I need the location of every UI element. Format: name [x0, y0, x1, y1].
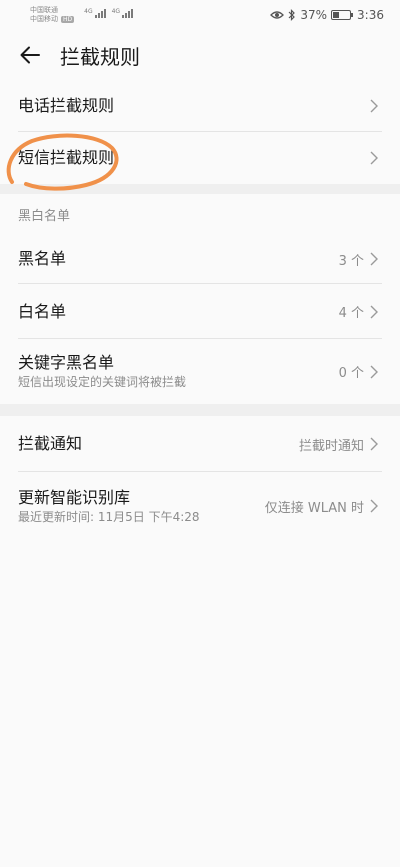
- status-bar: 中国联通 中国移动 HD 4G 4G 37% 3:36: [0, 0, 400, 30]
- settings-group: 拦截通知 拦截时通知 更新智能识别库 最近更新时间: 11月5日 下午4:28 …: [0, 416, 400, 540]
- chevron-right-icon: [370, 365, 378, 378]
- blacklist-item[interactable]: 黑名单 3 个: [0, 234, 400, 284]
- rules-group: 电话拦截规则 短信拦截规则: [0, 80, 400, 184]
- signal-strength-2-icon: 4G: [111, 7, 134, 18]
- chevron-right-icon: [370, 151, 378, 165]
- keyword-blacklist-count: 0 个: [338, 366, 364, 381]
- battery-percent: 37%: [300, 8, 328, 22]
- keyword-blacklist-item[interactable]: 关键字黑名单 短信出现设定的关键词将被拦截 0 个: [0, 339, 400, 404]
- lists-group: 黑白名单 黑名单 3 个 白名单 4 个 关键字黑名单 短信出现设定的关键词将被…: [0, 194, 400, 404]
- chevron-right-icon: [370, 252, 378, 266]
- block-notification-value: 拦截时通知: [298, 438, 364, 454]
- block-notification-item[interactable]: 拦截通知 拦截时通知: [0, 416, 400, 472]
- chevron-right-icon: [370, 99, 378, 113]
- chevron-right-icon: [370, 437, 378, 451]
- eye-icon: [270, 11, 285, 19]
- keyword-blacklist-label: 关键字黑名单: [18, 353, 115, 372]
- carrier-1-name: 中国联通: [30, 6, 58, 14]
- page-title: 拦截规则: [60, 44, 140, 69]
- update-condition-value: 仅连接 WLAN 时: [264, 500, 364, 516]
- status-time: 3:36: [357, 8, 384, 22]
- back-button[interactable]: [0, 30, 60, 80]
- block-notification-label: 拦截通知: [18, 434, 83, 453]
- status-right: 37% 3:36: [270, 8, 384, 22]
- status-left: 中国联通 中国移动 HD 4G 4G: [30, 6, 134, 24]
- hd-badge: HD: [61, 16, 75, 23]
- carrier-2-name: 中国移动: [30, 15, 58, 23]
- whitelist-item[interactable]: 白名单 4 个: [0, 284, 400, 339]
- whitelist-count: 4 个: [338, 306, 364, 321]
- app-header: 拦截规则: [0, 30, 400, 80]
- chevron-right-icon: [370, 305, 378, 318]
- chevron-right-icon: [370, 499, 378, 513]
- back-arrow-icon: [20, 46, 40, 64]
- update-recognition-db-label: 更新智能识别库: [18, 487, 131, 507]
- battery-fill: [333, 12, 340, 18]
- section-label-lists: 黑白名单: [18, 208, 71, 224]
- blacklist-count: 3 个: [338, 253, 364, 269]
- sms-block-rules-label: 短信拦截规则: [18, 148, 115, 167]
- whitelist-label: 白名单: [18, 301, 67, 321]
- last-update-time: 最近更新时间: 11月5日 下午4:28: [18, 509, 200, 524]
- call-block-rules-label: 电话拦截规则: [18, 96, 115, 115]
- battery-icon: [331, 10, 354, 20]
- signal-strength-1-icon: 4G: [84, 7, 106, 18]
- call-block-rules-item[interactable]: 电话拦截规则: [0, 80, 400, 132]
- update-recognition-db-item[interactable]: 更新智能识别库 最近更新时间: 11月5日 下午4:28 仅连接 WLAN 时: [0, 472, 400, 540]
- network-type-2: 4G: [111, 7, 121, 15]
- signal-indicators: 4G 4G: [84, 7, 134, 18]
- section-divider: [0, 404, 400, 416]
- network-type-1: 4G: [84, 7, 93, 15]
- keyword-blacklist-description: 短信出现设定的关键词将被拦截: [18, 375, 187, 389]
- blacklist-label: 黑名单: [18, 249, 67, 268]
- carrier-info: 中国联通 中国移动 HD: [30, 6, 75, 24]
- bluetooth-icon: [288, 9, 296, 21]
- section-divider: [0, 184, 400, 194]
- sms-block-rules-item[interactable]: 短信拦截规则: [0, 132, 400, 184]
